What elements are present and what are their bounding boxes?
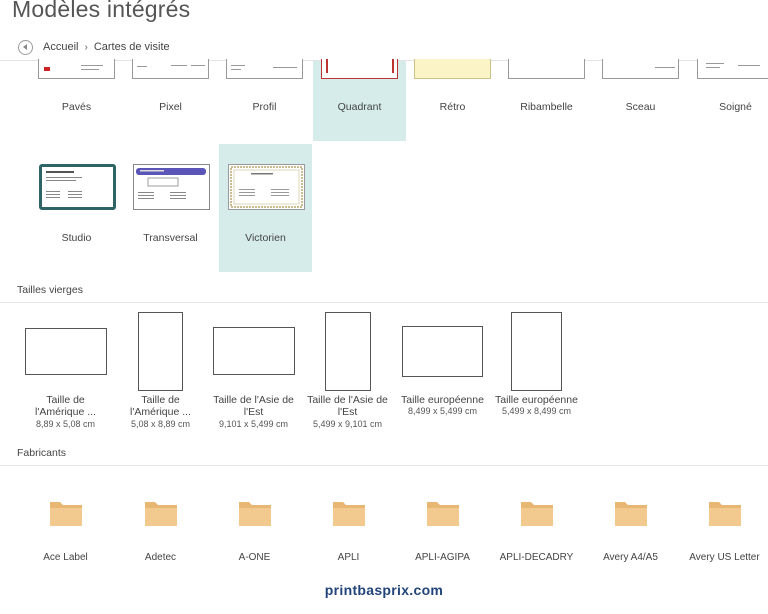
manufacturer-label: APLI-DECADRY bbox=[499, 552, 574, 563]
template-label: Transversal bbox=[143, 232, 198, 244]
blank-card-preview bbox=[325, 312, 371, 391]
manufacturer-folder[interactable]: APLI-DECADRY bbox=[490, 468, 583, 578]
blank-card-preview bbox=[511, 312, 562, 391]
blank-size-tile[interactable]: Taille de l'Amérique ... 8,89 x 5,08 cm bbox=[19, 306, 112, 436]
folder-icon bbox=[427, 502, 459, 526]
folder-icon bbox=[709, 502, 741, 526]
folder-icon bbox=[50, 502, 82, 526]
template-retro[interactable]: Rétro bbox=[406, 59, 499, 141]
blank-size-dimensions: 5,08 x 8,89 cm bbox=[130, 419, 191, 429]
section-title-manufacturers: Fabricants bbox=[17, 447, 67, 459]
card-preview bbox=[46, 171, 82, 198]
blank-size-tile[interactable]: Taille de l'Amérique ... 5,08 x 8,89 cm bbox=[114, 306, 207, 436]
template-label: Soigné bbox=[719, 101, 752, 113]
manufacturer-folder[interactable]: APLI-AGIPA bbox=[396, 468, 489, 578]
card-preview bbox=[136, 168, 206, 199]
card-thumbnail bbox=[226, 59, 303, 79]
blank-size-name: Taille européenne bbox=[401, 394, 484, 406]
template-transversal[interactable]: Transversal bbox=[124, 144, 217, 272]
template-label: Rétro bbox=[439, 101, 466, 113]
card-preview bbox=[230, 166, 303, 208]
card-thumbnail bbox=[414, 59, 491, 79]
template-label: Profil bbox=[252, 101, 277, 113]
card-thumbnail bbox=[697, 59, 768, 79]
card-thumbnail bbox=[38, 59, 115, 79]
page-title: Modèles intégrés bbox=[12, 0, 191, 22]
manufacturer-label: A-ONE bbox=[238, 552, 271, 563]
blank-size-name: Taille de bbox=[46, 394, 85, 406]
blank-size-name-line2: l'Est bbox=[337, 406, 358, 418]
blank-size-dimensions: 9,101 x 5,499 cm bbox=[218, 419, 289, 429]
manufacturer-label: APLI-AGIPA bbox=[415, 552, 470, 563]
blank-size-dimensions: 8,499 x 5,499 cm bbox=[407, 406, 478, 416]
template-victorien[interactable]: Victorien bbox=[219, 144, 312, 272]
template-label: Victorien bbox=[245, 232, 286, 244]
manufacturer-label: Ace Label bbox=[43, 552, 88, 563]
card-thumbnail bbox=[228, 164, 305, 210]
template-label: Pixel bbox=[159, 101, 182, 113]
blank-size-dimensions: 5,499 x 8,499 cm bbox=[501, 406, 572, 416]
manufacturer-folder[interactable]: Ace Label bbox=[19, 468, 112, 578]
blank-size-tile[interactable]: Taille européenne 8,499 x 5,499 cm bbox=[396, 306, 489, 436]
manufacturer-folder[interactable]: APLI bbox=[302, 468, 395, 578]
template-sceau[interactable]: Sceau bbox=[594, 59, 687, 141]
card-thumbnail bbox=[133, 164, 210, 210]
template-pixel[interactable]: Pixel bbox=[124, 59, 217, 141]
blank-size-name: Taille de bbox=[141, 394, 180, 406]
template-label: Ribambelle bbox=[520, 101, 573, 113]
card-thumbnail bbox=[602, 59, 679, 79]
breadcrumb: Accueil › Cartes de visite bbox=[18, 38, 170, 56]
manufacturer-folder[interactable]: A-ONE bbox=[208, 468, 301, 578]
blank-size-dimensions: 5,499 x 9,101 cm bbox=[312, 419, 383, 429]
blank-size-name-line2: l'Amérique ... bbox=[35, 406, 96, 418]
template-label: Studio bbox=[61, 232, 92, 244]
template-paves[interactable]: Pavés bbox=[30, 59, 123, 141]
folder-icon bbox=[239, 502, 271, 526]
card-thumbnail bbox=[508, 59, 585, 79]
template-soigne[interactable]: Soigné bbox=[689, 59, 768, 141]
manufacturer-folder[interactable]: Avery A4/A5 bbox=[584, 468, 677, 578]
section-divider bbox=[0, 302, 768, 303]
blank-size-name: Taille de l'Asie de bbox=[307, 394, 388, 406]
folder-icon bbox=[615, 502, 647, 526]
watermark-text: printbasprix.com bbox=[324, 582, 444, 598]
blank-card-preview bbox=[25, 328, 107, 375]
folder-icon bbox=[333, 502, 365, 526]
breadcrumb-current: Cartes de visite bbox=[93, 41, 170, 53]
blank-card-preview bbox=[402, 326, 483, 377]
folder-icon bbox=[145, 502, 177, 526]
blank-card-preview bbox=[138, 312, 183, 391]
card-thumbnail bbox=[132, 59, 209, 79]
blank-size-tile[interactable]: Taille de l'Asie de l'Est 9,101 x 5,499 … bbox=[207, 306, 300, 436]
template-quadrant[interactable]: Quadrant bbox=[313, 59, 406, 141]
manufacturer-label: APLI bbox=[337, 552, 360, 563]
template-label: Quadrant bbox=[337, 101, 382, 113]
manufacturer-label: Adetec bbox=[144, 552, 177, 563]
breadcrumb-separator: › bbox=[84, 41, 88, 53]
manufacturer-label: Avery US Letter bbox=[689, 552, 760, 563]
template-ribambelle[interactable]: Ribambelle bbox=[500, 59, 593, 141]
blank-size-name-line2: l'Est bbox=[243, 406, 264, 418]
manufacturer-folder[interactable]: Avery US Letter bbox=[678, 468, 768, 578]
template-profil[interactable]: Profil bbox=[218, 59, 311, 141]
template-studio[interactable]: Studio bbox=[30, 144, 123, 272]
blank-size-tile[interactable]: Taille de l'Asie de l'Est 5,499 x 9,101 … bbox=[301, 306, 394, 436]
manufacturer-label: Avery A4/A5 bbox=[603, 552, 658, 563]
folder-icon bbox=[521, 502, 553, 526]
template-label: Pavés bbox=[61, 101, 92, 113]
section-divider bbox=[0, 465, 768, 466]
breadcrumb-home[interactable]: Accueil bbox=[43, 41, 78, 53]
back-arrow-icon[interactable] bbox=[18, 39, 33, 55]
template-label: Sceau bbox=[625, 101, 656, 113]
blank-size-name: Taille européenne bbox=[495, 394, 578, 406]
blank-size-tile[interactable]: Taille européenne 5,499 x 8,499 cm bbox=[490, 306, 583, 436]
blank-size-name: Taille de l'Asie de bbox=[213, 394, 294, 406]
card-thumbnail bbox=[321, 59, 398, 79]
manufacturer-folder[interactable]: Adetec bbox=[114, 468, 207, 578]
blank-size-name-line2: l'Amérique ... bbox=[130, 406, 191, 418]
section-title-blank-sizes: Tailles vierges bbox=[17, 284, 83, 296]
blank-size-dimensions: 8,89 x 5,08 cm bbox=[35, 419, 96, 429]
blank-card-preview bbox=[213, 327, 295, 375]
card-thumbnail bbox=[39, 164, 116, 210]
